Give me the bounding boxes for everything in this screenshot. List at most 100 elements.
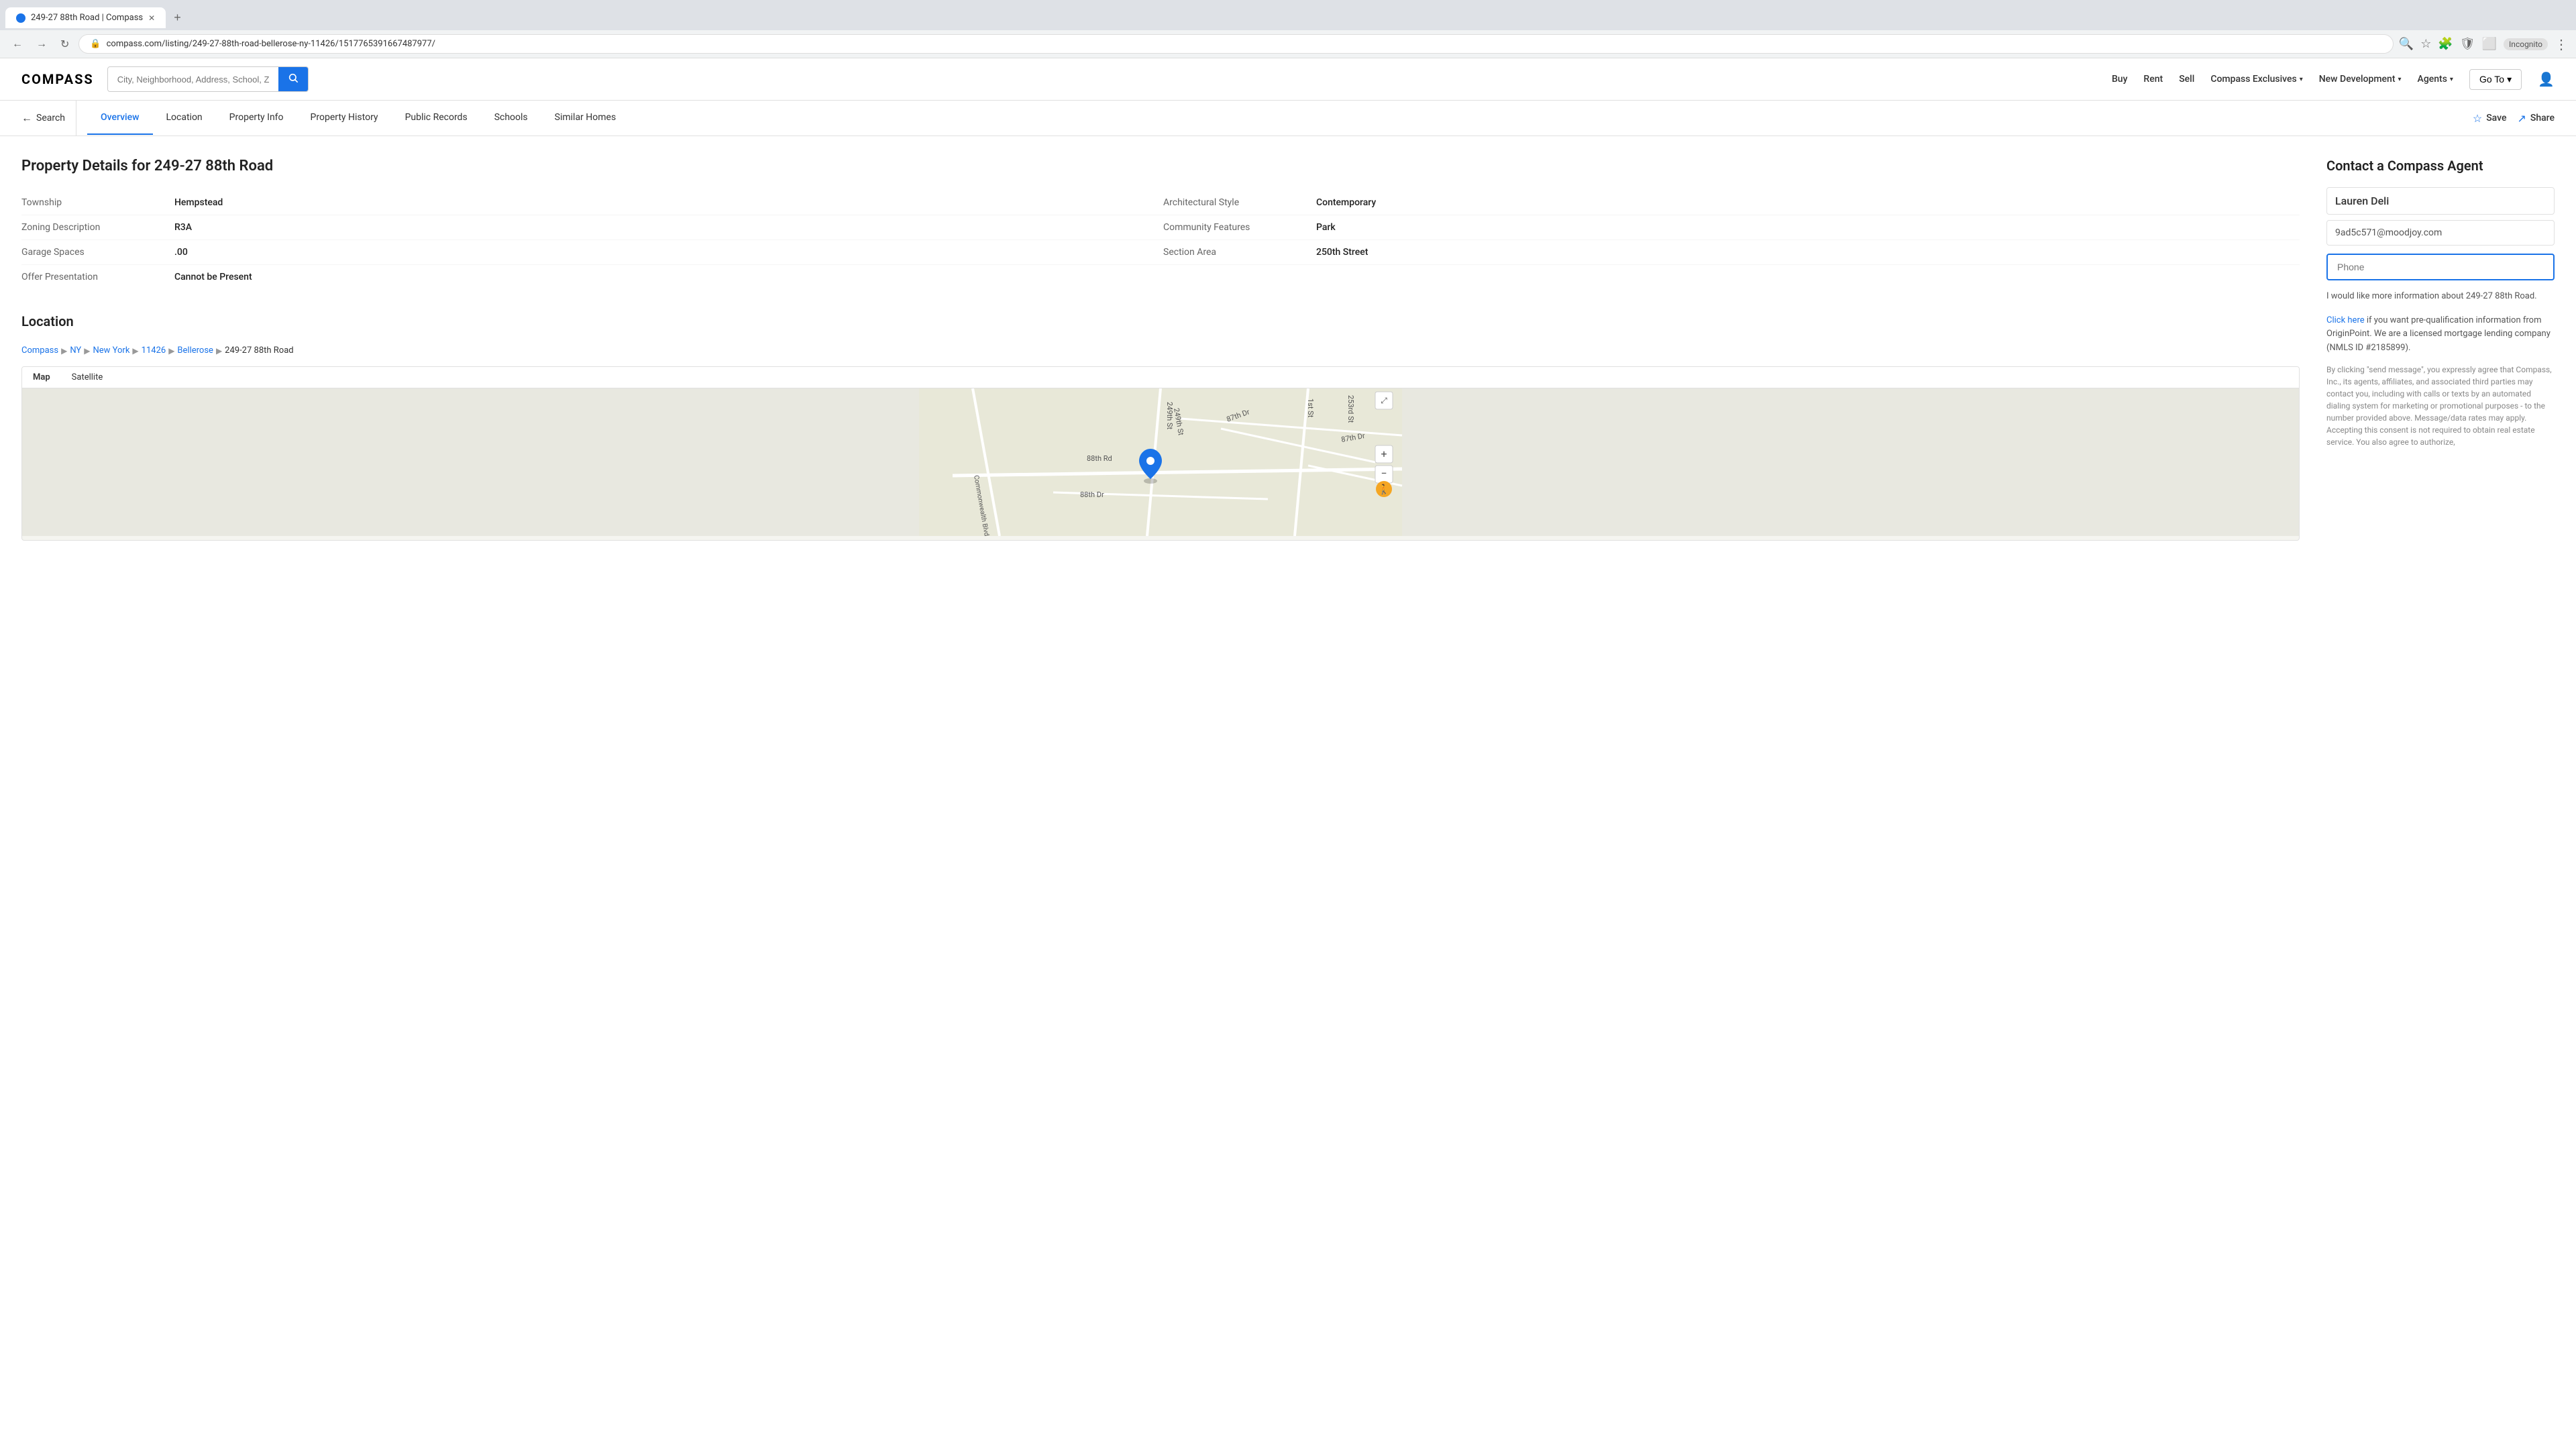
- back-navigation-btn[interactable]: ←: [8, 36, 27, 53]
- contact-message-text: I would like more information about 249-…: [2326, 290, 2555, 303]
- menu-icon[interactable]: ⋮: [2555, 36, 2568, 52]
- agent-email: 9ad5c571@moodjoy.com: [2326, 220, 2555, 246]
- mortgage-note: Click here if you want pre-qualification…: [2326, 314, 2555, 356]
- compass-logo[interactable]: COMPASS: [21, 71, 94, 87]
- breadcrumb-sep-5: ▶: [216, 346, 222, 356]
- tab-overview[interactable]: Overview: [87, 101, 152, 135]
- breadcrumb-new-york[interactable]: New York: [93, 345, 129, 356]
- address-bar-row: ← → ↻ 🔒 compass.com/listing/249-27-88th-…: [0, 30, 2576, 58]
- tab-close-btn[interactable]: ✕: [148, 13, 155, 23]
- detail-row-2: Zoning Description R3A Community Feature…: [21, 215, 2300, 240]
- svg-text:88th Rd: 88th Rd: [1087, 454, 1112, 463]
- svg-text:⤢: ⤢: [1380, 396, 1387, 405]
- app-header: COMPASS Buy Rent Sell Compass Exclusives…: [0, 58, 2576, 101]
- share-button[interactable]: ↗ Share: [2517, 112, 2555, 125]
- property-details-table: Township Hempstead Architectural Style C…: [21, 191, 2300, 289]
- detail-value-township: Hempstead: [174, 197, 1158, 208]
- contact-panel: Contact a Compass Agent Lauren Deli 9ad5…: [2326, 158, 2555, 541]
- breadcrumb-address: 249-27 88th Road: [225, 345, 293, 356]
- map-tabs: Map Satellite: [22, 367, 2299, 388]
- nav-new-development[interactable]: New Development ▾: [2319, 74, 2402, 85]
- breadcrumb-sep-1: ▶: [61, 346, 67, 356]
- detail-row-4: Offer Presentation Cannot be Present: [21, 265, 2300, 289]
- map-tab-satellite[interactable]: Satellite: [61, 367, 114, 388]
- nav-rent[interactable]: Rent: [2143, 74, 2163, 85]
- layout-icon[interactable]: ⬜: [2482, 37, 2497, 51]
- detail-label-offer: Offer Presentation: [21, 272, 169, 282]
- shield-icon[interactable]: 🛡: [2460, 37, 2475, 51]
- address-bar[interactable]: 🔒 compass.com/listing/249-27-88th-road-b…: [78, 34, 2393, 54]
- tab-property-info[interactable]: Property Info: [216, 101, 297, 135]
- map-body[interactable]: 87th Dr 87th Dr 88th Rd 88th Dr 249th St…: [22, 388, 2299, 536]
- tab-property-history[interactable]: Property History: [297, 101, 392, 135]
- breadcrumb-zip[interactable]: 11426: [142, 345, 166, 356]
- user-account-icon[interactable]: 👤: [2538, 71, 2555, 87]
- newdev-chevron-icon: ▾: [2398, 76, 2402, 83]
- lock-icon: 🔒: [90, 39, 101, 49]
- nav-buy[interactable]: Buy: [2112, 74, 2127, 85]
- detail-row-3: Garage Spaces .00 Section Area 250th Str…: [21, 240, 2300, 265]
- svg-text:88th Dr: 88th Dr: [1080, 490, 1104, 499]
- svg-text:−: −: [1381, 467, 1387, 480]
- property-details-title: Property Details for 249-27 88th Road: [21, 158, 2300, 174]
- forward-navigation-btn[interactable]: →: [32, 36, 51, 53]
- browser-chrome: 249-27 88th Road | Compass ✕ + ← → ↻ 🔒 c…: [0, 0, 2576, 58]
- back-label: Search: [36, 113, 65, 123]
- tab-location[interactable]: Location: [153, 101, 216, 135]
- extensions-icon[interactable]: 🧩: [2438, 37, 2453, 51]
- new-tab-button[interactable]: +: [166, 5, 189, 30]
- goto-chevron-icon: ▾: [2507, 74, 2512, 85]
- goto-button[interactable]: Go To ▾: [2469, 69, 2522, 90]
- nav-links: Buy Rent Sell Compass Exclusives ▾ New D…: [2112, 69, 2555, 90]
- tab-public-records[interactable]: Public Records: [392, 101, 481, 135]
- svg-text:+: +: [1381, 447, 1387, 460]
- phone-input[interactable]: [2326, 254, 2555, 280]
- map-tab-map[interactable]: Map: [22, 367, 61, 388]
- detail-value-community: Park: [1316, 222, 2300, 233]
- tab-schools[interactable]: Schools: [481, 101, 541, 135]
- map-container: Map Satellite: [21, 366, 2300, 541]
- search-container: [107, 66, 309, 92]
- main-search-input[interactable]: [108, 69, 278, 90]
- location-section: Location Compass ▶ NY ▶ New York ▶ 11426…: [21, 313, 2300, 541]
- svg-text:🚶: 🚶: [1378, 484, 1389, 495]
- save-button[interactable]: ☆ Save: [2473, 112, 2507, 125]
- breadcrumb-bellerose[interactable]: Bellerose: [177, 345, 213, 356]
- zoom-icon[interactable]: 🔍: [2399, 37, 2414, 51]
- breadcrumb: Compass ▶ NY ▶ New York ▶ 11426 ▶ Beller…: [21, 345, 2300, 356]
- share-arrow-icon: ↗: [2517, 112, 2526, 125]
- nav-sell[interactable]: Sell: [2179, 74, 2194, 85]
- breadcrumb-ny[interactable]: NY: [70, 345, 81, 356]
- star-bookmark-icon[interactable]: ☆: [2420, 37, 2431, 51]
- location-title: Location: [21, 313, 2300, 329]
- detail-row-1: Township Hempstead Architectural Style C…: [21, 191, 2300, 215]
- breadcrumb-sep-4: ▶: [168, 346, 174, 356]
- browser-tab[interactable]: 249-27 88th Road | Compass ✕: [5, 7, 166, 28]
- nav-agents[interactable]: Agents ▾: [2418, 74, 2453, 85]
- content-left: Property Details for 249-27 88th Road To…: [21, 158, 2300, 541]
- mortgage-link[interactable]: Click here: [2326, 315, 2365, 325]
- detail-value-zoning: R3A: [174, 222, 1158, 233]
- svg-text:1st St: 1st St: [1306, 398, 1315, 418]
- breadcrumb-sep-2: ▶: [84, 346, 90, 356]
- agents-chevron-icon: ▾: [2450, 76, 2453, 83]
- detail-value-arch-style: Contemporary: [1316, 197, 2300, 208]
- tab-favicon: [16, 13, 25, 23]
- exclusives-chevron-icon: ▾: [2300, 76, 2303, 83]
- reload-btn[interactable]: ↻: [56, 35, 73, 54]
- detail-label-arch-style: Architectural Style: [1163, 197, 1311, 208]
- svg-text:249th St: 249th St: [1165, 402, 1174, 429]
- sub-nav-actions: ☆ Save ↗ Share: [2473, 112, 2555, 125]
- search-submit-btn[interactable]: [278, 67, 308, 91]
- detail-label-garage: Garage Spaces: [21, 247, 169, 258]
- detail-label-community: Community Features: [1163, 222, 1311, 233]
- back-arrow-icon: ←: [21, 111, 32, 125]
- tab-similar-homes[interactable]: Similar Homes: [541, 101, 630, 135]
- nav-exclusives[interactable]: Compass Exclusives ▾: [2210, 74, 2302, 85]
- back-to-search-btn[interactable]: ← Search: [21, 101, 76, 136]
- breadcrumb-compass[interactable]: Compass: [21, 345, 58, 356]
- contact-title: Contact a Compass Agent: [2326, 158, 2555, 174]
- incognito-badge: Incognito: [2504, 38, 2548, 50]
- detail-label-zoning: Zoning Description: [21, 222, 169, 233]
- tab-bar: 249-27 88th Road | Compass ✕ +: [0, 0, 2576, 30]
